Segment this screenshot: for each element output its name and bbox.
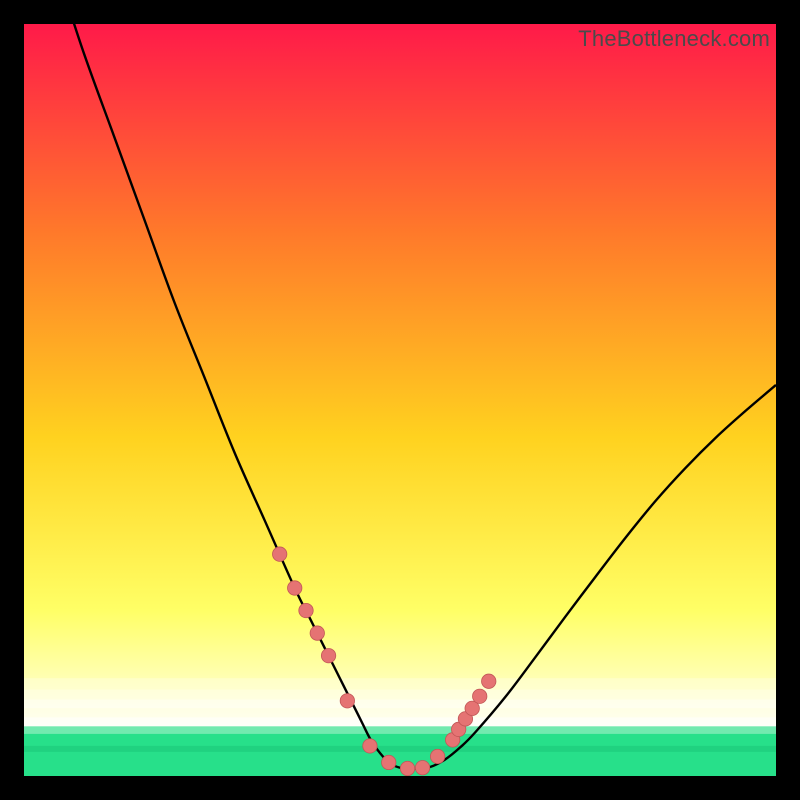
band xyxy=(24,717,776,726)
chart-frame: TheBottleneck.com xyxy=(24,24,776,776)
band xyxy=(24,708,776,717)
band xyxy=(24,690,776,700)
gradient-background xyxy=(24,24,776,776)
marker-point xyxy=(321,648,335,662)
marker-point xyxy=(310,626,324,640)
band xyxy=(24,699,776,708)
band xyxy=(24,746,776,752)
marker-point xyxy=(482,674,496,688)
marker-point xyxy=(340,694,354,708)
marker-point xyxy=(415,761,429,775)
marker-point xyxy=(363,739,377,753)
band xyxy=(24,678,776,689)
marker-point xyxy=(288,581,302,595)
watermark-text: TheBottleneck.com xyxy=(578,26,770,52)
band xyxy=(24,726,776,734)
marker-point xyxy=(382,755,396,769)
marker-point xyxy=(473,689,487,703)
marker-point xyxy=(430,749,444,763)
bottom-bands xyxy=(24,678,776,776)
marker-point xyxy=(400,761,414,775)
chart-plot xyxy=(24,24,776,776)
chart-svg xyxy=(24,24,776,776)
marker-point xyxy=(299,603,313,617)
marker-point xyxy=(272,547,286,561)
